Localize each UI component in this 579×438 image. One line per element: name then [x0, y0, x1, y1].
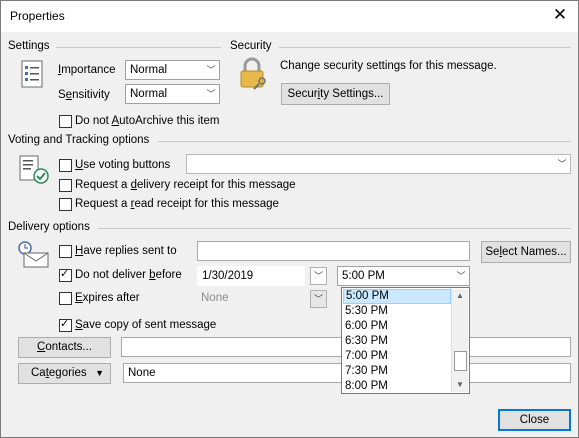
sensitivity-label: Sensitivity	[58, 89, 110, 101]
read-receipt-checkbox[interactable]	[59, 198, 72, 211]
settings-list-icon	[21, 60, 43, 88]
delivery-receipt-label: Request a delivery receipt for this mess…	[75, 179, 296, 191]
do-not-deliver-checkbox[interactable]	[59, 267, 72, 282]
delivery-heading: Delivery options	[8, 221, 90, 233]
close-button[interactable]: Close	[498, 409, 571, 431]
time-option[interactable]: 6:30 PM	[343, 334, 453, 349]
time-list-scrollbar[interactable]: ▲ ▼	[451, 289, 468, 392]
time-option[interactable]: 5:30 PM	[343, 304, 453, 319]
do-not-deliver-label: Do not deliver before	[75, 269, 182, 281]
expires-date-dropdown-icon: ﹀	[310, 290, 327, 308]
chevron-down-icon: ﹀	[206, 65, 216, 75]
select-names-button[interactable]: Select Names...	[481, 241, 571, 263]
contacts-button[interactable]: Contacts...	[18, 337, 111, 358]
settings-heading: Settings	[8, 40, 50, 52]
close-window-icon[interactable]: ✕	[550, 5, 570, 25]
lock-icon	[240, 57, 266, 90]
deliver-date-input[interactable]: 1/30/2019	[197, 266, 305, 286]
caret-down-icon: ▼	[95, 368, 104, 378]
categories-button[interactable]: Categories ▼	[18, 363, 111, 384]
voting-heading: Voting and Tracking options	[8, 134, 150, 146]
time-dropdown-list[interactable]: 5:00 PM 5:30 PM 6:00 PM 6:30 PM 7:00 PM 7:30 …	[341, 287, 470, 394]
expires-after-checkbox[interactable]	[59, 292, 72, 305]
voting-checklist-icon	[19, 155, 49, 184]
sensitivity-select[interactable]: Normal ﹀	[125, 84, 220, 104]
sensitivity-value: Normal	[130, 88, 168, 100]
date-dropdown-icon[interactable]: ﹀	[310, 267, 327, 285]
save-copy-checkbox[interactable]	[59, 317, 72, 332]
importance-value: Normal	[130, 64, 168, 76]
chevron-down-icon: ﹀	[557, 159, 567, 169]
voting-buttons-select[interactable]: ﹀	[186, 154, 571, 174]
chevron-down-icon: ﹀	[206, 89, 216, 99]
delivery-receipt-checkbox[interactable]	[59, 179, 72, 192]
security-divider	[279, 47, 571, 48]
scroll-down-icon[interactable]: ▼	[452, 378, 468, 392]
use-voting-checkbox[interactable]	[59, 159, 72, 172]
save-copy-label: Save copy of sent message	[75, 319, 217, 331]
properties-dialog: Properties ✕ Settings Importance Normal …	[0, 0, 579, 438]
security-settings-button[interactable]: Security Settings...	[281, 83, 390, 105]
replies-to-input[interactable]	[197, 241, 470, 261]
title-bar: Properties ✕	[1, 1, 578, 32]
chevron-down-icon: ﹀	[456, 271, 466, 281]
deliver-time-value: 5:00 PM	[342, 270, 385, 282]
expires-date-value: None	[201, 292, 229, 304]
expires-after-label: Expires after	[75, 292, 140, 304]
autoarchive-checkbox[interactable]	[59, 115, 72, 128]
importance-select[interactable]: Normal ﹀	[125, 60, 220, 80]
time-option[interactable]: 7:30 PM	[343, 364, 453, 379]
settings-divider	[56, 47, 221, 48]
deliver-time-select[interactable]: 5:00 PM ﹀	[337, 266, 470, 286]
use-voting-label: Use voting buttons	[75, 159, 171, 171]
time-option[interactable]: 7:00 PM	[343, 349, 453, 364]
delivery-divider	[98, 228, 571, 229]
importance-label: Importance	[58, 64, 116, 76]
have-replies-label: Have replies sent to	[75, 245, 177, 257]
time-option[interactable]: 5:00 PM	[343, 289, 451, 304]
scroll-thumb[interactable]	[454, 351, 467, 371]
time-option[interactable]: 8:00 PM	[343, 379, 453, 393]
voting-divider	[158, 141, 571, 142]
have-replies-checkbox[interactable]	[59, 245, 72, 258]
autoarchive-label: Do not AutoArchive this item	[75, 115, 220, 127]
security-heading: Security	[230, 40, 272, 52]
read-receipt-label: Request a read receipt for this message	[75, 198, 279, 210]
security-description: Change security settings for this messag…	[280, 60, 497, 72]
time-option[interactable]: 6:00 PM	[343, 319, 453, 334]
dialog-title: Properties	[10, 9, 65, 23]
delivery-envelope-clock-icon	[18, 241, 49, 268]
scroll-up-icon[interactable]: ▲	[452, 289, 468, 303]
